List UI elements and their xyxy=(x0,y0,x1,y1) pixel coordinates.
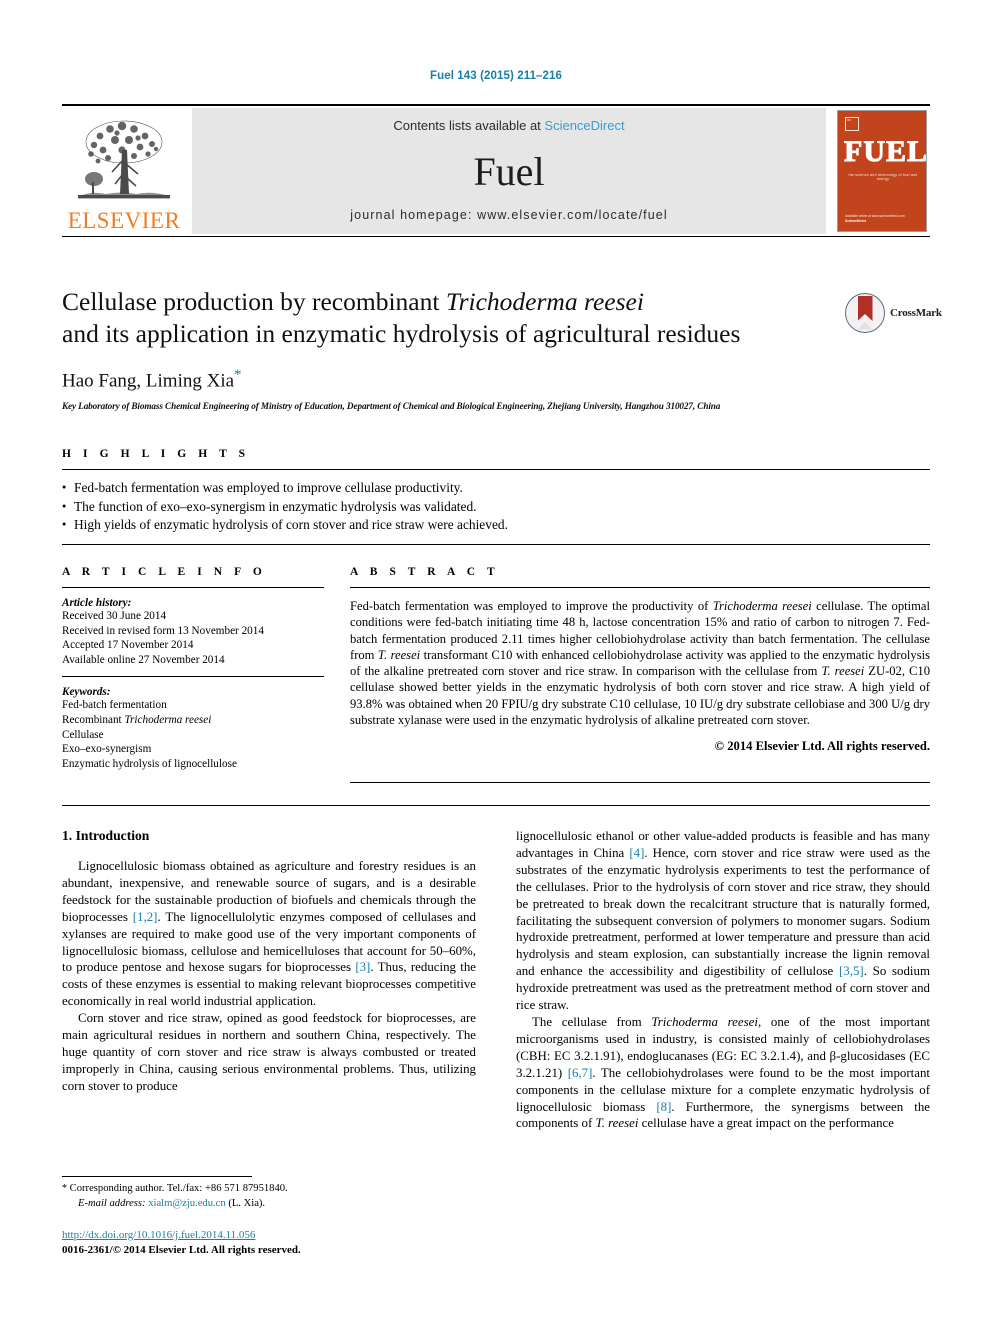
keyword-item: Exo–exo-synergism xyxy=(62,743,152,756)
affiliation: Key Laboratory of Biomass Chemical Engin… xyxy=(62,401,721,412)
email-label: E-mail address: xyxy=(78,1197,146,1209)
page-divider-rule xyxy=(62,805,930,806)
body-column-left: 1. Introduction Lignocellulosic biomass … xyxy=(62,828,476,1095)
article-history-accepted: Accepted 17 November 2014 xyxy=(62,639,194,652)
keyword-item: Fed-batch fermentation xyxy=(62,699,167,712)
species-name: T. reesei xyxy=(595,1116,639,1131)
abstract-rule xyxy=(350,587,930,588)
crossmark-icon xyxy=(845,293,885,333)
footnote-block: * Corresponding author. Tel./fax: +86 57… xyxy=(62,1182,482,1211)
page-title: Cellulase production by recombinant Tric… xyxy=(62,286,832,350)
cover-bottom-text: Available online at www.sciencedirect.co… xyxy=(845,214,905,223)
masthead-top-rule xyxy=(62,104,930,106)
citation-ref[interactable]: [3] xyxy=(355,960,370,974)
keyword-prefix: Recombinant xyxy=(62,713,125,726)
abstract-species-2: T. reesei xyxy=(377,647,421,662)
abstract-label: A B S T R A C T xyxy=(350,566,500,578)
title-part-2: and its application in enzymatic hydroly… xyxy=(62,319,741,348)
intro-paragraph-2-cont: lignocellulosic ethanol or other value-a… xyxy=(516,828,930,1014)
keyword-species: Trichoderma reesei xyxy=(124,713,212,726)
species-name: Trichoderma reesei xyxy=(651,1014,758,1029)
article-info-label: A R T I C L E I N F O xyxy=(62,566,267,578)
running-head: Fuel 143 (2015) 211–216 xyxy=(429,70,563,82)
citation-ref[interactable]: [4] xyxy=(629,846,644,860)
title-block: Cellulase production by recombinant Tric… xyxy=(62,286,832,411)
article-history-online: Available online 27 November 2014 xyxy=(62,653,225,666)
para-seg: cellulase have a great impact on the per… xyxy=(638,1116,894,1131)
keyword-item: Enzymatic hydrolysis of lignocellulose xyxy=(62,757,237,770)
journal-homepage-link[interactable]: journal homepage: www.elsevier.com/locat… xyxy=(350,208,667,222)
keywords-divider-rule xyxy=(62,676,324,678)
crossmark-label: CrossMark xyxy=(890,307,942,319)
article-page: Fuel 143 (2015) 211–216 ELSEVIER Content… xyxy=(0,0,992,1323)
cover-bottom-line-2: ScienceDirect xyxy=(845,218,867,223)
citation-ref[interactable]: [6,7] xyxy=(568,1066,593,1080)
journal-title: Fuel xyxy=(473,148,545,194)
author-list: Hao Fang, Liming Xia* xyxy=(62,367,832,392)
abstract-seg-1: Fed-batch fermentation was employed to i… xyxy=(350,599,713,613)
article-info-rule xyxy=(62,587,324,588)
intro-paragraph-3: The cellulase from Trichoderma reesei, o… xyxy=(516,1014,930,1132)
email-link[interactable]: xialm@zju.edu.cn xyxy=(148,1198,225,1209)
crossmark-badge[interactable]: CrossMark xyxy=(845,292,942,334)
list-item: The function of exo–exo-synergism in enz… xyxy=(62,497,930,517)
article-info-section: A R T I C L E I N F O Article history: R… xyxy=(62,566,324,771)
highlights-list: Fed-batch fermentation was employed to i… xyxy=(62,470,930,544)
footnote-rule xyxy=(62,1176,252,1177)
contents-available-line: Contents lists available at ScienceDirec… xyxy=(393,118,624,133)
article-history-revised: Received in revised form 13 November 201… xyxy=(62,624,264,637)
doi-block: http://dx.doi.org/10.1016/j.fuel.2014.11… xyxy=(62,1228,482,1257)
keywords-heading: Keywords: xyxy=(62,686,111,699)
title-part-1: Cellulase production by recombinant xyxy=(62,287,446,316)
citation-ref[interactable]: [1,2] xyxy=(133,910,158,924)
email-owner: (L. Xia). xyxy=(228,1197,266,1209)
footnote-star: * xyxy=(62,1183,67,1194)
corresponding-author-note: Corresponding author. Tel./fax: +86 571 … xyxy=(69,1183,288,1194)
keyword-item: Cellulase xyxy=(62,728,104,741)
section-heading-introduction: 1. Introduction xyxy=(62,828,150,843)
intro-paragraph-2: Corn stover and rice straw, opined as go… xyxy=(62,1011,476,1093)
cover-corner-mark: IIII xyxy=(845,117,859,131)
list-item: Fed-batch fermentation was employed to i… xyxy=(62,478,930,498)
cover-title: FUEL xyxy=(844,135,927,168)
masthead-bottom-rule xyxy=(62,236,930,237)
abstract-text: Fed-batch fermentation was employed to i… xyxy=(350,598,930,728)
highlights-section: H I G H L I G H T S Fed-batch fermentati… xyxy=(62,448,930,545)
citation-ref[interactable]: [3,5] xyxy=(839,964,864,978)
body-column-right: lignocellulosic ethanol or other value-a… xyxy=(516,828,930,1132)
cover-subtitle: the science and technology of fuel and e… xyxy=(848,173,918,181)
article-history-received: Received 30 June 2014 xyxy=(62,610,167,622)
keyword-item: Recombinant Trichoderma reesei xyxy=(62,713,324,728)
journal-cover-thumbnail: IIII FUEL the science and technology of … xyxy=(834,108,930,234)
abstract-copyright: © 2014 Elsevier Ltd. All rights reserved… xyxy=(714,739,930,754)
journal-band: Contents lists available at ScienceDirec… xyxy=(192,108,826,234)
cover-bottom-line-1: Available online at www.sciencedirect.co… xyxy=(845,214,905,219)
elsevier-logo: ELSEVIER xyxy=(62,108,186,234)
elsevier-wordmark: ELSEVIER xyxy=(67,208,181,233)
abstract-species-1: Trichoderma reesei xyxy=(712,599,812,613)
title-species-name: Trichoderma reesei xyxy=(445,287,644,316)
article-history-heading: Article history: xyxy=(62,597,132,609)
doi-link[interactable]: http://dx.doi.org/10.1016/j.fuel.2014.11… xyxy=(62,1228,482,1243)
email-line: E-mail address: xialm@zju.edu.cn (L. Xia… xyxy=(62,1197,482,1212)
abstract-section: A B S T R A C T Fed-batch fermentation w… xyxy=(350,566,930,754)
list-item: High yields of enzymatic hydrolysis of c… xyxy=(62,515,930,535)
issn-copyright-line: 0016-2361/© 2014 Elsevier Ltd. All right… xyxy=(62,1243,301,1256)
corresponding-author-marker[interactable]: * xyxy=(234,367,242,383)
intro-paragraph-1: Lignocellulosic biomass obtained as agri… xyxy=(62,858,476,1010)
journal-masthead: ELSEVIER Contents lists available at Sci… xyxy=(62,108,930,234)
abstract-bottom-rule xyxy=(350,782,930,783)
citation-ref[interactable]: [8] xyxy=(656,1100,671,1114)
highlights-bottom-rule xyxy=(62,543,930,545)
elsevier-tree-icon xyxy=(78,120,170,199)
author-names: Hao Fang, Liming Xia xyxy=(62,370,235,392)
sciencedirect-link[interactable]: ScienceDirect xyxy=(544,118,624,133)
para-seg: . Hence, corn stover and rice straw were… xyxy=(516,845,930,979)
para-seg: The cellulase from xyxy=(532,1014,652,1029)
journal-cover-image: IIII FUEL the science and technology of … xyxy=(837,110,927,232)
abstract-species-3: T. reesei xyxy=(821,664,865,679)
highlights-label: H I G H L I G H T S xyxy=(62,448,250,460)
contents-prefix: Contents lists available at xyxy=(393,118,545,133)
